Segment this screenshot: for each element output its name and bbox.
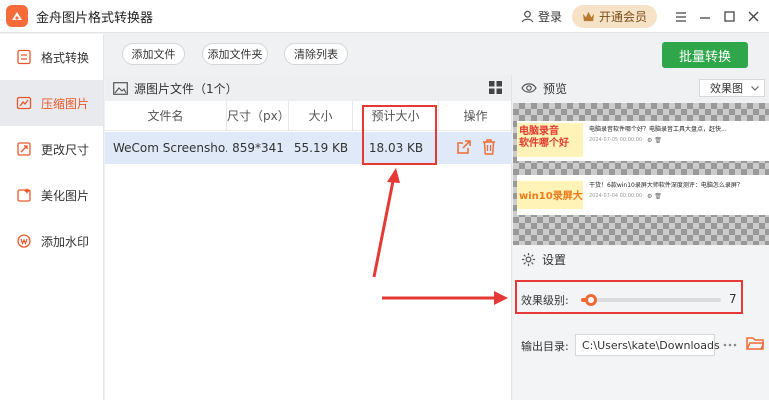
annotation-arrows: [372, 168, 508, 305]
arrow-to-estimated-size: [372, 175, 396, 278]
arrow-to-quality-slider-head: [494, 291, 508, 305]
arrow-to-estimated-size-head: [387, 168, 400, 183]
